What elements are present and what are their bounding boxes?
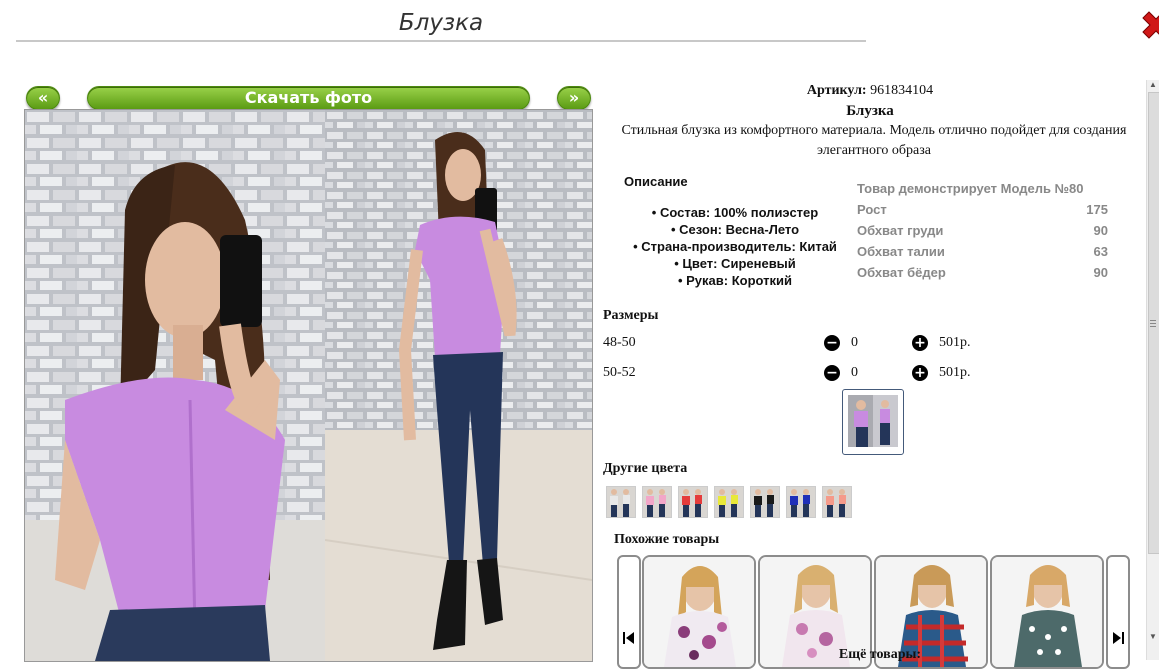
sizes-heading: Размеры [603,308,659,323]
model-row-label: Обхват талии [857,244,945,259]
color-swatch-image [679,487,707,517]
model-row-label: Обхват груди [857,223,944,238]
size-label: 50-52 [603,365,636,380]
close-button[interactable] [1139,10,1159,44]
scrollbar-grip-icon [1150,320,1156,321]
photo-fullbody [325,110,592,661]
size-qty: 0 [851,335,858,350]
first-icon [623,632,634,644]
description-item: • Сезон: Весна-Лето [670,222,800,237]
color-swatch[interactable] [606,486,636,518]
plus-icon[interactable]: + [912,335,928,351]
more-items-label: Ещё товары: [838,647,922,662]
article-label: Артикул: [806,83,867,98]
color-swatch[interactable] [642,486,672,518]
color-swatch[interactable] [822,486,852,518]
description-item: • Рукав: Короткий [677,273,793,288]
product-name: Блузка [846,103,894,119]
photo-thumbnail[interactable] [842,389,904,455]
model-row-label: Рост [857,202,887,217]
description-list: • Состав: 100% полиэстер • Сезон: Весна-… [604,204,866,289]
minus-icon[interactable]: − [824,365,840,381]
model-row-value: 63 [1093,244,1108,259]
size-price: 501р. [939,335,971,350]
page-title: Блузка [16,8,866,42]
prev-photo-button[interactable]: « [26,86,60,110]
model-row-value: 90 [1093,265,1108,280]
similar-heading: Похожие товары [614,532,720,547]
article-value: 961834104 [870,83,934,98]
plus-icon[interactable]: + [912,365,928,381]
model-row-value: 175 [1086,202,1108,217]
color-swatch-image [787,487,815,517]
scroll-up-icon[interactable]: ▲ [1149,80,1157,89]
size-qty: 0 [851,365,858,380]
color-swatch-image [715,487,743,517]
description-item: • Страна-производитель: Китай [633,239,837,254]
scroll-down-icon[interactable]: ▼ [1149,632,1157,641]
color-swatch[interactable] [786,486,816,518]
color-swatch[interactable] [714,486,744,518]
next-photo-button[interactable]: » [557,86,591,110]
product-photo[interactable] [24,109,593,662]
thumbnail-image [848,395,898,447]
last-icon [1113,632,1124,644]
description-item: • Цвет: Сиреневый [674,256,796,271]
model-row-value: 90 [1093,223,1108,238]
color-swatch-image [607,487,635,517]
color-swatch-image [751,487,779,517]
color-swatch[interactable] [678,486,708,518]
size-label: 48-50 [603,335,636,350]
model-heading: Товар демонстрирует Модель №80 [857,181,1084,196]
article-line: Артикул: 961834104 [600,81,1140,101]
model-row-label: Обхват бёдер [857,265,946,280]
color-swatch-image [643,487,671,517]
photo-closeup [25,110,325,661]
minus-icon[interactable]: − [824,335,840,351]
color-swatch[interactable] [750,486,780,518]
description-heading: Описание [624,174,688,189]
download-photo-button[interactable]: Скачать фото [87,86,530,110]
close-icon [1142,11,1159,39]
other-colors-heading: Другие цвета [603,461,688,476]
scrollbar-thumb[interactable] [1148,92,1159,554]
size-price: 501р. [939,365,971,380]
product-tagline: Стильная блузка из комфортного материала… [621,123,1127,158]
color-swatch-image [823,487,851,517]
description-item: • Состав: 100% полиэстер [651,205,819,220]
scrollbar[interactable]: ▲ ▼ [1146,80,1159,660]
